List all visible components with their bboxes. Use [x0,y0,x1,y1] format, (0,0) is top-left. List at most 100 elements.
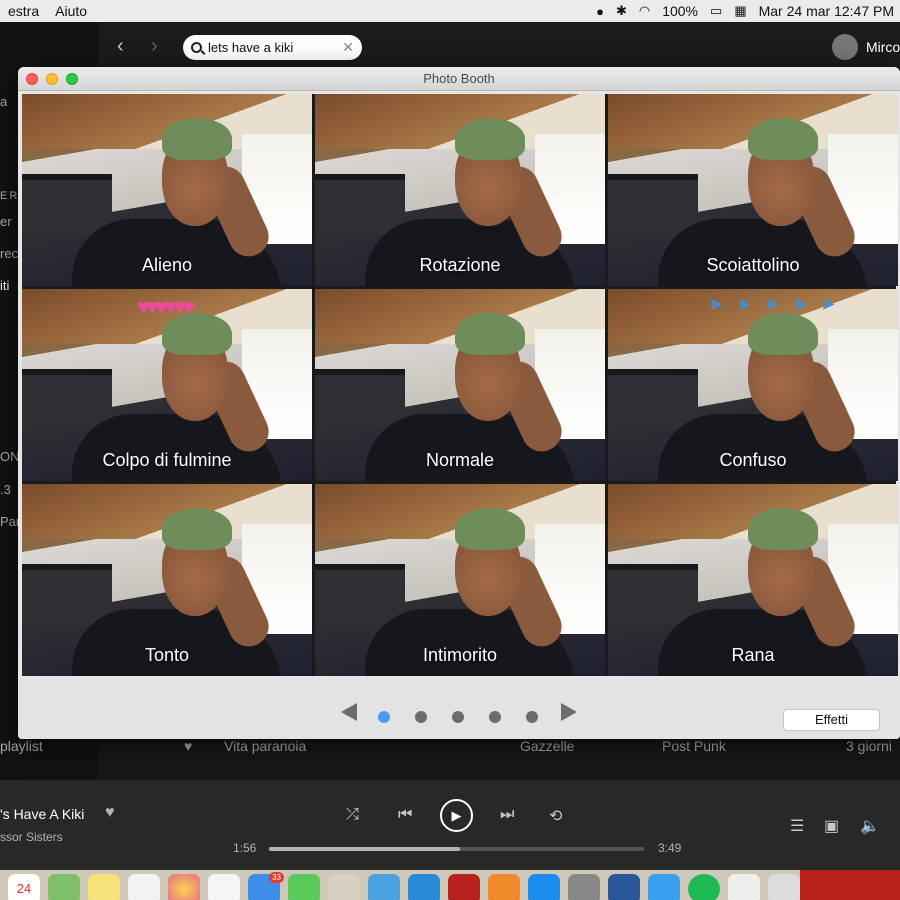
effect-label: Confuso [719,450,787,470]
keynote-icon[interactable] [408,874,440,900]
now-playing-artist[interactable]: ssor Sisters [0,830,63,844]
track-artist[interactable]: Gazzelle [520,738,574,754]
reminders-icon[interactable] [128,874,160,900]
facetime-icon[interactable] [288,874,320,900]
total-time: 3:49 [658,841,682,855]
search-value: lets have a kiki [208,40,294,55]
effect-thumbnail[interactable]: Tonto [22,484,312,676]
effect-thumbnail[interactable]: Normale [315,289,605,481]
photos-icon[interactable] [168,874,200,900]
track-title[interactable]: Vita paranoia [224,738,306,754]
sidebar-fragment: ER [0,190,20,202]
progress-fill [269,847,461,851]
next-track-icon[interactable]: ⏭ [500,806,514,824]
sidebar-fragment[interactable]: ON [0,449,20,464]
person-hair [455,118,525,160]
sidebar-fragment[interactable]: rec [0,246,18,261]
background-monitor [608,564,698,624]
search-input[interactable]: lets have a kiki ✕ [183,35,362,60]
elapsed-time: 1:56 [233,841,257,855]
play-button[interactable]: ▶ [440,799,473,832]
person-hair [748,118,818,160]
effect-thumbnail[interactable]: Rotazione [315,94,605,286]
bluetooth-icon[interactable]: ✱ [616,3,627,19]
effect-thumbnail[interactable]: ➤ ➤ ➤ ➤ ➤ Confuso [608,289,898,481]
sidebar-fragment[interactable]: er [0,214,12,229]
effects-button[interactable]: Effetti [783,709,880,731]
app-store-icon[interactable] [528,874,560,900]
battery-icon[interactable]: ▭ [710,3,722,19]
hearts-overlay-icon: ♥♥♥♥♥♥ [137,294,195,319]
background-monitor [608,174,698,234]
menu-item-window[interactable]: estra [0,3,47,19]
page-dot[interactable] [452,711,464,723]
person-hair [455,508,525,550]
wifi-icon[interactable]: ◠ [639,3,650,19]
person-hair [162,118,232,160]
music-icon[interactable] [208,874,240,900]
menu-item-help[interactable]: Aiuto [47,3,95,19]
books-icon[interactable] [488,874,520,900]
calendar-icon[interactable]: 24 [8,874,40,900]
playback-progress[interactable] [269,847,644,851]
battery-percent[interactable]: 100% [662,3,698,19]
effect-label: Alieno [141,255,193,275]
page-dot[interactable] [415,711,427,723]
safari-icon[interactable] [648,874,680,900]
numbers-icon[interactable] [368,874,400,900]
effect-thumbnail[interactable]: ♥♥♥♥♥♥ Colpo di fulmine [22,289,312,481]
minimize-button[interactable] [46,73,58,85]
trash-icon[interactable] [768,874,800,900]
background-monitor [315,564,405,624]
previous-page-icon[interactable] [341,703,357,721]
clear-search-icon[interactable]: ✕ [342,39,354,56]
effect-thumbnail[interactable]: Intimorito [315,484,605,676]
system-preferences-icon[interactable] [568,874,600,900]
back-arrow-icon[interactable]: ‹ [117,35,124,58]
notes-icon[interactable] [88,874,120,900]
devices-icon[interactable]: ▣ [824,816,839,836]
heart-icon[interactable]: ♥ [105,804,115,822]
heart-icon[interactable]: ♥ [184,738,192,754]
menu-bar-clock[interactable]: Mar 24 mar 12:47 PM [759,3,894,19]
now-playing-title[interactable]: 's Have A Kiki [0,806,84,822]
spotify-icon[interactable] [688,874,720,900]
effect-thumbnail[interactable]: Scoiattolino [608,94,898,286]
page-dot[interactable] [526,711,538,723]
mail-badge: 33 [269,872,284,883]
volume-icon[interactable]: 🔈 [860,816,880,836]
effects-grid: Alieno Rotazione Scoiattolino ♥♥♥♥♥♥ Colpo d… [22,94,898,676]
word-icon[interactable] [608,874,640,900]
sidebar-fragment[interactable]: .3 [0,482,11,497]
track-album[interactable]: Post Punk [662,738,726,754]
previous-track-icon[interactable]: ⏮ [398,806,412,824]
zoom-button[interactable] [66,73,78,85]
forward-arrow-icon[interactable]: › [151,35,158,58]
table-row[interactable]: playlist ♥ Vita paranoia Gazzelle Post P… [0,738,900,758]
page-dot[interactable] [489,711,501,723]
effect-label: Rotazione [419,255,501,275]
person-hair [748,313,818,355]
shuffle-icon[interactable]: ⤮ [346,806,359,824]
siri-icon[interactable]: ● [596,4,604,19]
user-menu[interactable]: Mirco [832,34,900,60]
downloads-icon[interactable] [728,874,760,900]
effect-thumbnail[interactable]: Alieno [22,94,312,286]
page-dot[interactable] [378,711,390,723]
keyboard-icon[interactable]: ▦ [734,3,746,19]
mail-icon[interactable]: 33 [248,872,284,900]
background-monitor [22,564,112,624]
photo-booth-icon[interactable] [448,874,480,900]
user-name: Mirco [866,39,900,55]
sidebar-fragment[interactable]: a [0,94,7,109]
queue-icon[interactable]: ☰ [790,816,804,836]
help-icon[interactable] [328,874,360,900]
maps-icon[interactable] [48,874,80,900]
sidebar-fragment[interactable]: playlist [0,738,43,754]
effect-thumbnail[interactable]: Rana [608,484,898,676]
close-button[interactable] [26,73,38,85]
repeat-icon[interactable]: ⟲ [549,806,562,826]
sidebar-fragment[interactable]: iti [0,278,9,293]
next-page-icon[interactable] [561,703,577,721]
calendar-day: 24 [16,881,32,896]
